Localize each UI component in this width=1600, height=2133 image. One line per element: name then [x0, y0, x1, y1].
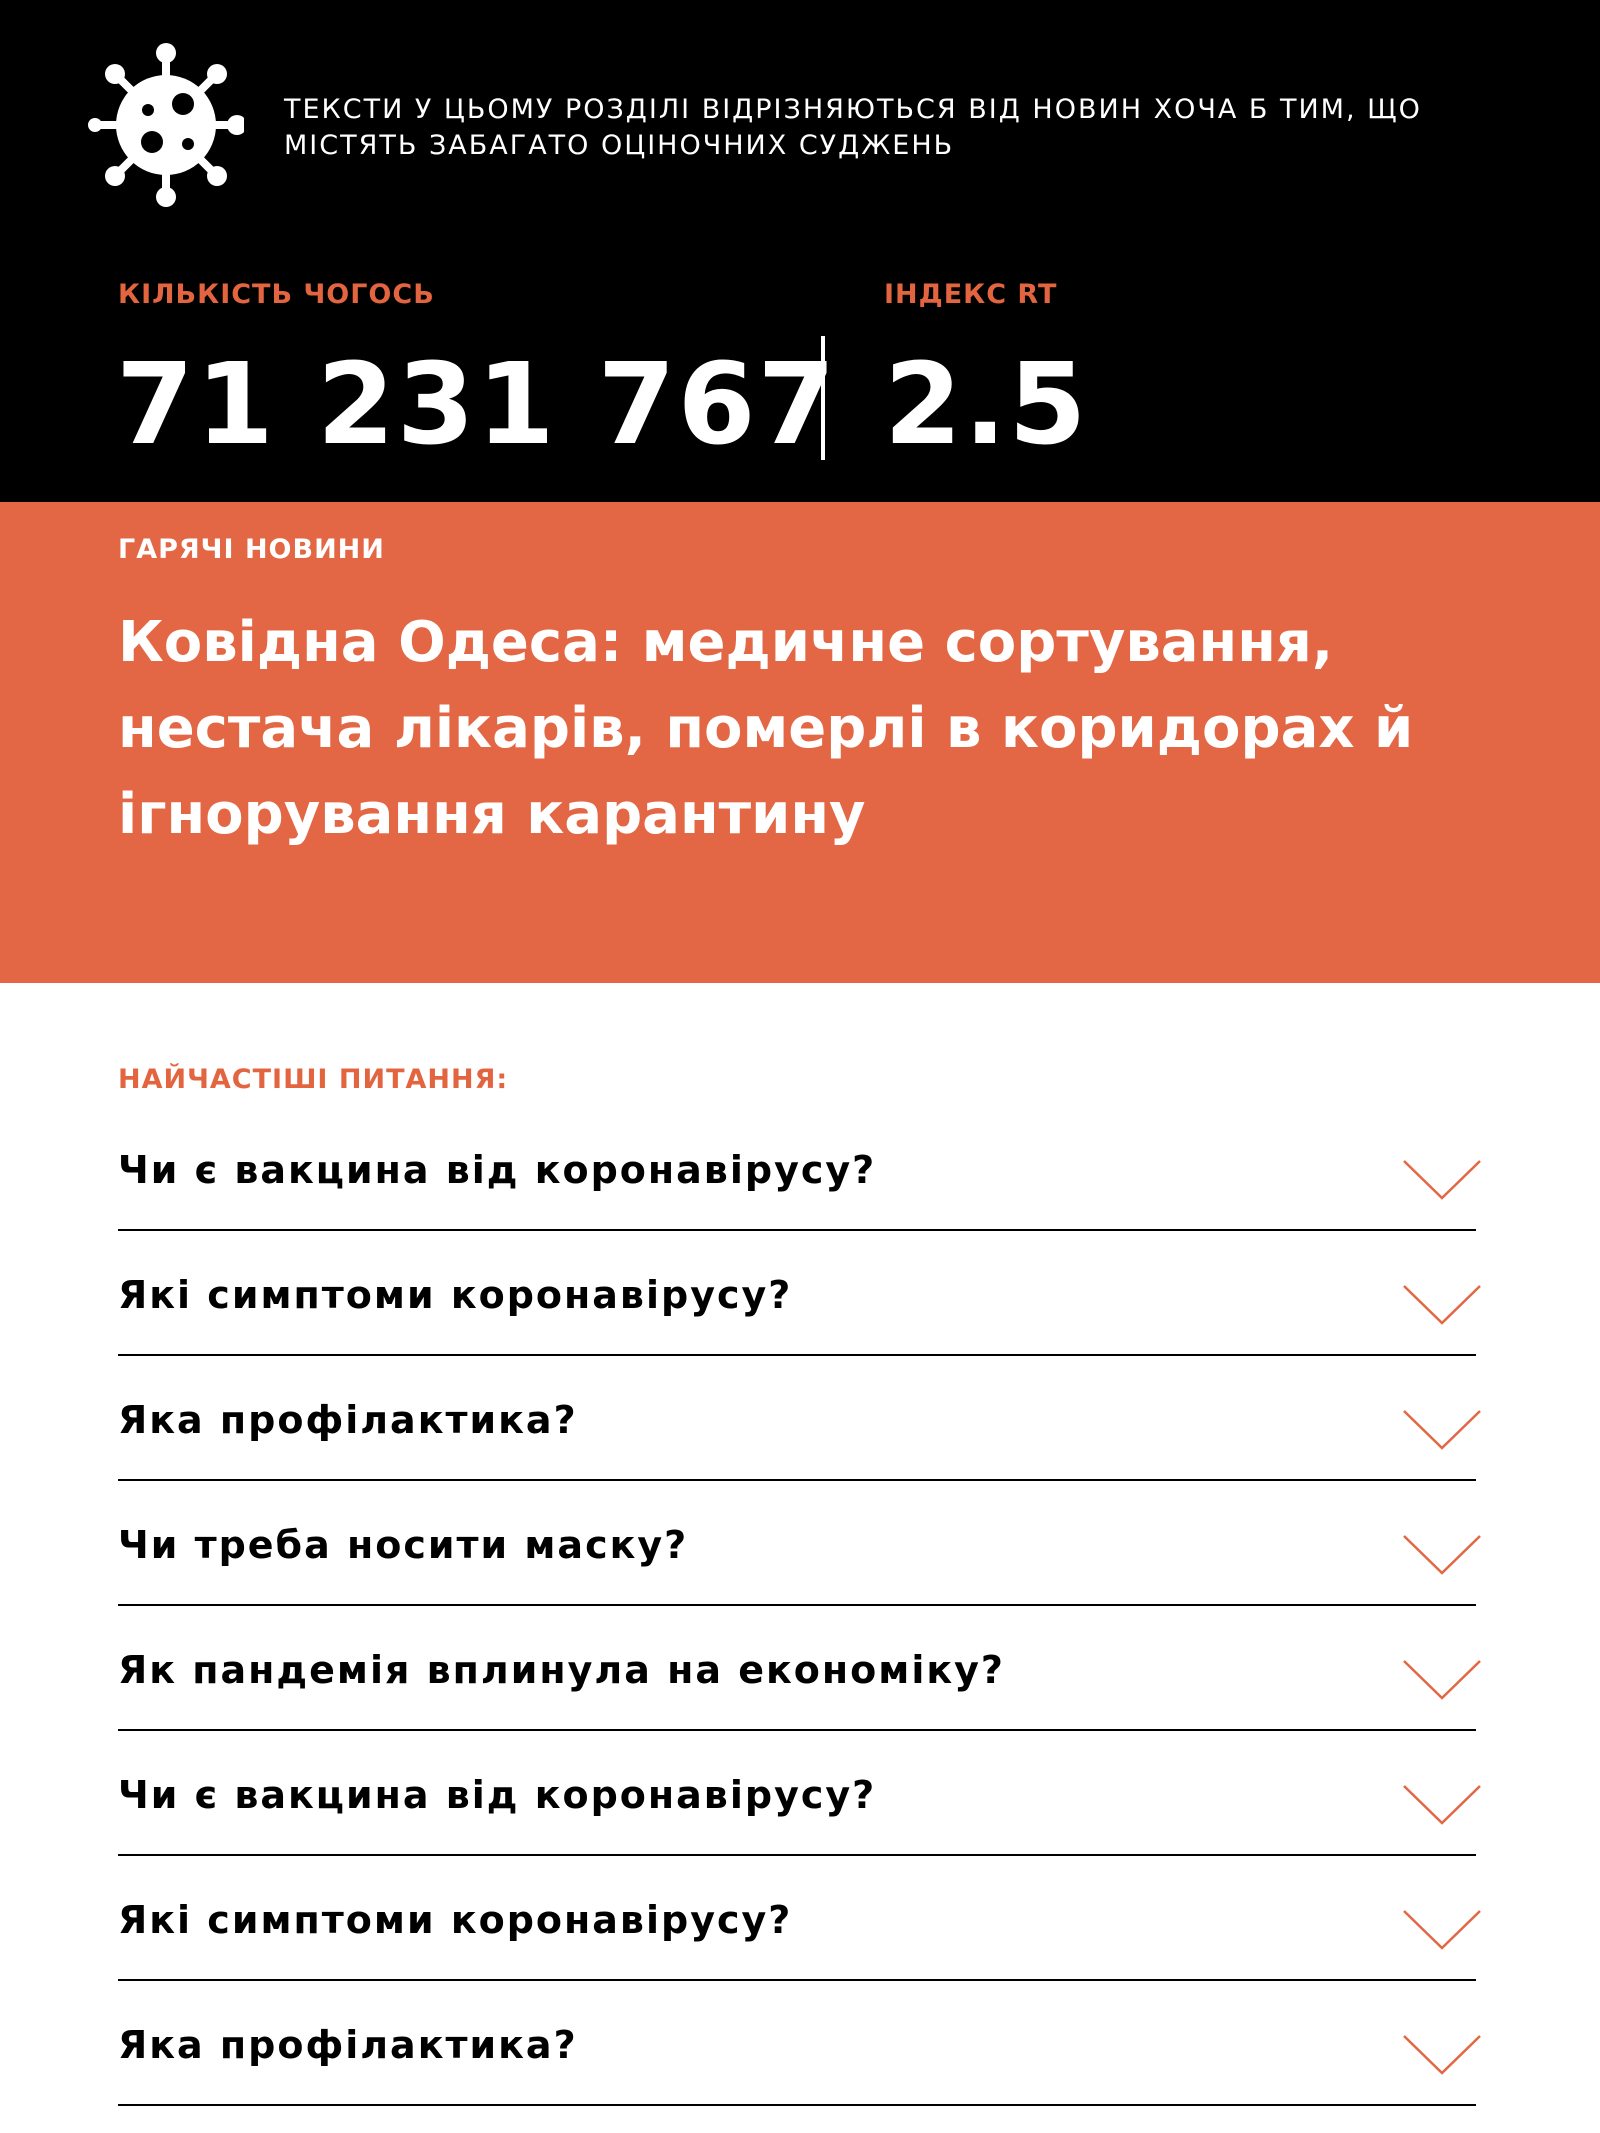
faq-question: Які симптоми коронавірусу?	[118, 1273, 793, 1317]
faq-question: Як пандемія вплинула на економіку?	[118, 1648, 1005, 1692]
faq-item[interactable]: Які симптоми коронавірусу?	[118, 1856, 1481, 1981]
faq-question: Чи треба носити маску?	[118, 1523, 689, 1567]
page: Тексти у цьому розділі відрізняються від…	[0, 0, 1600, 2133]
chevron-down-icon[interactable]	[1402, 1658, 1482, 1702]
rt-index-label: Індекс RT	[884, 279, 1058, 310]
faq-question: Чи є вакцина від коронавірусу?	[118, 1148, 877, 1192]
faq-list: Чи є вакцина від коронавірусу? Які симпт…	[118, 1106, 1481, 2106]
rt-index-value: 2.5	[884, 340, 1089, 470]
faq-question: Яка профілактика?	[118, 2023, 578, 2067]
faq-item[interactable]: Чи треба носити маску?	[118, 1481, 1481, 1606]
faq-question: Чи є вакцина від коронавірусу?	[118, 1773, 877, 1817]
count-value: 71 231 767	[116, 340, 838, 470]
faq-item[interactable]: Яка профілактика?	[118, 1981, 1481, 2106]
count-label: Кількість чогось	[118, 279, 435, 310]
faq-question: Які симптоми коронавірусу?	[118, 1898, 793, 1942]
chevron-down-icon[interactable]	[1402, 1533, 1482, 1577]
faq-item[interactable]: Яка профілактика?	[118, 1356, 1481, 1481]
hot-news-kicker: Гарячі новини	[118, 534, 385, 565]
stats-divider	[821, 336, 825, 460]
faq-item[interactable]: Чи є вакцина від коронавірусу?	[118, 1731, 1481, 1856]
faq-item[interactable]: Які симптоми коронавірусу?	[118, 1231, 1481, 1356]
virus-icon	[88, 43, 244, 207]
section-disclaimer: Тексти у цьому розділі відрізняються від…	[284, 94, 1422, 161]
stats-header: Тексти у цьому розділі відрізняються від…	[0, 0, 1600, 502]
chevron-down-icon[interactable]	[1402, 1283, 1482, 1327]
faq-item[interactable]: Як пандемія вплинула на економіку?	[118, 1606, 1481, 1731]
hot-news-headline[interactable]: Ковідна Одеса: медичне сортування, неста…	[118, 600, 1418, 858]
faq-question: Яка профілактика?	[118, 1398, 578, 1442]
faq-item[interactable]: Чи є вакцина від коронавірусу?	[118, 1106, 1481, 1231]
chevron-down-icon[interactable]	[1402, 1408, 1482, 1452]
chevron-down-icon[interactable]	[1402, 1783, 1482, 1827]
chevron-down-icon[interactable]	[1402, 1908, 1482, 1952]
chevron-down-icon[interactable]	[1402, 1158, 1482, 1202]
faq-heading: Найчастіші питання:	[118, 1064, 509, 1095]
chevron-down-icon[interactable]	[1402, 2033, 1482, 2077]
